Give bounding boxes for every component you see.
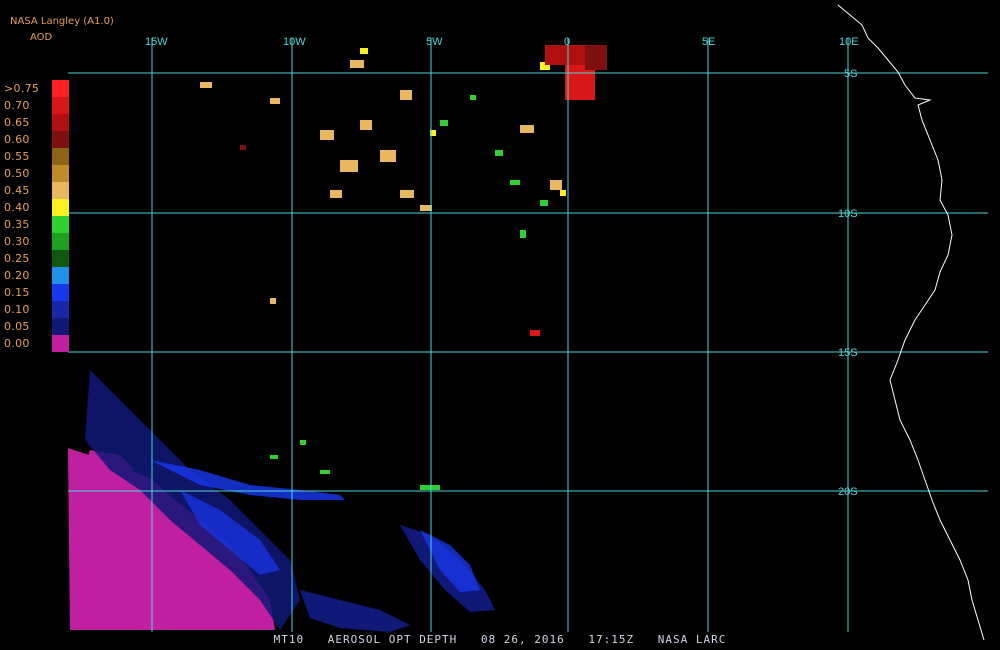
lat-label-10s: 10S <box>838 208 858 220</box>
legend-row: 0.05 <box>4 318 69 335</box>
legend-swatch <box>52 318 69 335</box>
lon-label-5w: 5W <box>426 36 443 48</box>
legend-swatch <box>52 114 69 131</box>
legend-label: 0.05 <box>4 320 30 333</box>
legend-row: 0.65 <box>4 114 69 131</box>
legend-row: 0.40 <box>4 199 69 216</box>
legend-label: 0.65 <box>4 116 30 129</box>
legend-label: 0.00 <box>4 337 30 350</box>
legend-swatch <box>52 233 69 250</box>
legend-label: 0.50 <box>4 167 30 180</box>
footer-title: AEROSOL OPT DEPTH <box>327 633 458 646</box>
legend-swatch <box>52 267 69 284</box>
legend-swatch <box>52 165 69 182</box>
lon-label-10e: 10E <box>839 36 859 48</box>
aod-color-legend: >0.75 0.70 0.65 0.60 0.55 0.50 0.45 0.40 0.35 0.3… <box>4 80 69 352</box>
lon-label-10w: 10W <box>283 36 306 48</box>
footer-time: 17:15Z <box>588 633 635 646</box>
legend-label: 0.40 <box>4 201 30 214</box>
legend-swatch <box>52 97 69 114</box>
legend-label: 0.70 <box>4 99 30 112</box>
lat-label-20s: 20S <box>838 486 858 498</box>
legend-swatch <box>52 301 69 318</box>
legend-row: 0.30 <box>4 233 69 250</box>
legend-swatch <box>52 250 69 267</box>
lon-label-5e: 5E <box>702 36 715 48</box>
lon-label-0: 0 <box>564 36 570 48</box>
legend-swatch <box>52 335 69 352</box>
legend-label: 0.20 <box>4 269 30 282</box>
legend-label: 0.35 <box>4 218 30 231</box>
medium-aod-clusters <box>270 95 548 490</box>
legend-row: 0.50 <box>4 165 69 182</box>
extreme-aod-clusters <box>240 45 607 336</box>
legend-swatch <box>52 148 69 165</box>
legend-swatch <box>52 199 69 216</box>
legend-swatch <box>52 182 69 199</box>
legend-swatch <box>52 216 69 233</box>
legend-row: 0.35 <box>4 216 69 233</box>
legend-label: 0.60 <box>4 133 30 146</box>
legend-row: 0.55 <box>4 148 69 165</box>
footer-date: 08 26, 2016 <box>480 633 565 646</box>
legend-row: 0.70 <box>4 97 69 114</box>
legend-swatch <box>52 80 69 97</box>
legend-row: 0.10 <box>4 301 69 318</box>
legend-label: 0.10 <box>4 303 30 316</box>
legend-row: 0.25 <box>4 250 69 267</box>
aod-map[interactable]: 15W 10W 5W 0 5E 10E 5S 10S 15S 20S <box>0 0 1000 650</box>
legend-row: 0.20 <box>4 267 69 284</box>
lon-labels: 15W 10W 5W 0 5E 10E <box>145 36 859 48</box>
coastline <box>837 4 985 641</box>
footer-product-id: MT10 <box>273 633 305 646</box>
legend-row: 0.45 <box>4 182 69 199</box>
legend-label: 0.25 <box>4 252 30 265</box>
very-high-aod-clusters <box>360 48 566 196</box>
map-footer: MT10 AEROSOL OPT DEPTH 08 26, 2016 17:15… <box>0 633 1000 650</box>
high-aod-clusters <box>200 60 562 304</box>
legend-swatch <box>52 131 69 148</box>
legend-label: 0.15 <box>4 286 30 299</box>
lon-label-15w: 15W <box>145 36 168 48</box>
lat-label-5s: 5S <box>844 68 857 80</box>
legend-row: 0.60 <box>4 131 69 148</box>
aerosol-pixels <box>68 45 607 632</box>
legend-label: 0.45 <box>4 184 30 197</box>
legend-label: 0.55 <box>4 150 30 163</box>
legend-row: 0.15 <box>4 284 69 301</box>
legend-row: >0.75 <box>4 80 69 97</box>
legend-row: 0.00 <box>4 335 69 352</box>
legend-swatch <box>52 284 69 301</box>
lat-label-15s: 15S <box>838 347 858 359</box>
legend-label: 0.30 <box>4 235 30 248</box>
legend-label: >0.75 <box>4 82 40 95</box>
footer-agency: NASA LARC <box>657 633 727 646</box>
